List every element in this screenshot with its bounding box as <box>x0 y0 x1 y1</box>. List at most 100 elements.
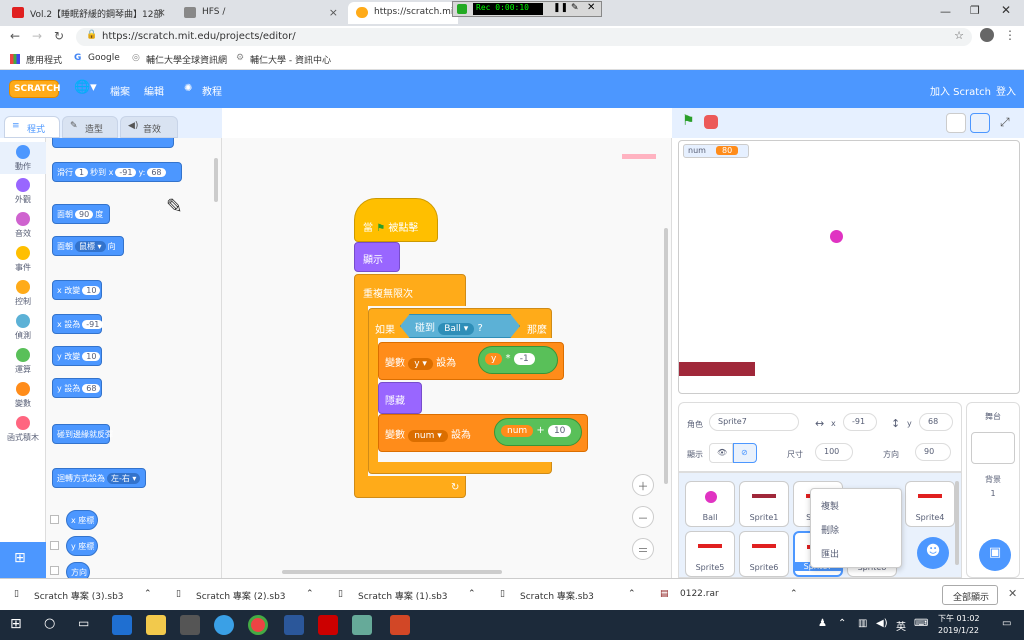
sprite-name-input[interactable]: Sprite7 <box>709 413 799 431</box>
block-input[interactable]: 1 <box>75 168 89 177</box>
bookmark-fju[interactable]: 輔仁大學全球資訊網 <box>146 53 227 66</box>
language-globe-icon[interactable]: 🌐▾ <box>74 80 97 95</box>
ie-icon[interactable] <box>214 615 234 635</box>
green-flag-icon[interactable]: ⚑ <box>682 113 695 129</box>
download-item[interactable]: Scratch 專案 (3).sb3 <box>34 589 124 602</box>
back-icon[interactable]: ← <box>10 29 20 43</box>
chrome-icon[interactable] <box>248 615 268 635</box>
palette-scrollbar[interactable] <box>214 158 218 202</box>
tab-code[interactable]: ≡ 程式 <box>4 116 60 138</box>
small-stage-icon[interactable] <box>946 113 966 133</box>
y-input[interactable]: 68 <box>919 413 953 431</box>
download-item[interactable]: 0122.rar <box>680 589 719 599</box>
normal-stage-icon[interactable] <box>970 113 990 133</box>
download-item[interactable]: Scratch 專案 (2).sb3 <box>196 589 286 602</box>
block-input[interactable]: 68 <box>147 168 166 177</box>
category-motion[interactable]: 動作 <box>0 142 46 174</box>
stage-canvas[interactable]: num 80 <box>678 140 1020 394</box>
browser-tab-youtube[interactable]: Vol.2【睡眠舒緩的鋼琴曲】12部 × <box>4 2 172 24</box>
block-input[interactable]: 68 <box>82 384 101 393</box>
menu-file[interactable]: 檔案 <box>110 83 130 98</box>
variable-dropdown[interactable]: num ▾ <box>408 430 448 442</box>
block-input[interactable]: -91 <box>115 168 137 177</box>
palette-reporter-direction[interactable]: 方向 <box>66 562 90 578</box>
block-dropdown[interactable]: 鼠標 ▾ <box>75 241 106 252</box>
chevron-up-icon[interactable]: ⌃ <box>468 589 476 599</box>
hide-eye-icon[interactable]: ⊘ <box>733 443 757 463</box>
task-view-icon[interactable]: ▭ <box>78 616 89 630</box>
size-input[interactable]: 100 <box>815 443 853 461</box>
chevron-up-icon[interactable]: ⌃ <box>790 589 798 599</box>
add-extension-button[interactable]: ⊞ <box>0 542 46 578</box>
choose-backdrop-button[interactable]: ▣ <box>979 539 1011 571</box>
bookmark-google[interactable]: Google <box>88 53 120 63</box>
menu-edit[interactable]: 編輯 <box>144 83 164 98</box>
close-window-icon[interactable]: ✕ <box>1001 3 1011 17</box>
clock-date[interactable]: 2019/1/22 <box>938 626 979 635</box>
ime-language[interactable]: 英 <box>896 618 906 633</box>
url-input[interactable]: 🔒 https://scratch.mit.edu/projects/edito… <box>76 28 972 46</box>
checkbox[interactable] <box>50 541 59 550</box>
zoom-out-button[interactable]: － <box>632 506 654 528</box>
show-all-button[interactable]: 全部顯示 <box>942 585 998 605</box>
powerpoint-icon[interactable] <box>390 615 410 635</box>
more-menu-icon[interactable]: ⋮ <box>1004 28 1016 42</box>
palette-block-set-x[interactable]: x 設為 -91 <box>52 314 104 334</box>
checkbox[interactable] <box>50 515 59 524</box>
sign-in-link[interactable]: 登入 <box>996 83 1016 98</box>
close-icon[interactable]: ✕ <box>587 2 595 13</box>
add-block[interactable]: num + 10 <box>494 418 582 446</box>
when-flag-clicked-block[interactable]: 當 ⚑ 被點擊 <box>354 198 438 242</box>
block-dropdown[interactable]: 左-右 ▾ <box>107 473 141 484</box>
category-operators[interactable]: 運算 <box>0 348 46 375</box>
category-looks[interactable]: 外觀 <box>0 178 46 205</box>
script-horizontal-scrollbar[interactable] <box>282 570 502 574</box>
close-icon[interactable]: × <box>329 6 338 19</box>
palette-block-bounce[interactable]: 碰到邊緣就反彈 <box>52 424 113 444</box>
browser-tab-scratch[interactable]: https://scratch.mit.e <box>348 2 458 24</box>
reporter-num[interactable]: num <box>501 425 534 437</box>
profile-icon[interactable] <box>980 28 994 42</box>
palette-reporter-x[interactable]: x 座標 <box>66 510 98 530</box>
volume-icon[interactable]: ◀) <box>876 618 888 629</box>
sprite-tile-ball[interactable]: Ball <box>685 481 735 527</box>
touching-dropdown[interactable]: Ball ▾ <box>438 323 475 335</box>
join-scratch-link[interactable]: 加入 Scratch <box>930 83 991 98</box>
category-sound[interactable]: 音效 <box>0 212 46 239</box>
reload-icon[interactable]: ↻ <box>54 29 64 43</box>
download-item[interactable]: Scratch 專案 (1).sb3 <box>358 589 448 602</box>
context-export[interactable]: 匯出 <box>821 547 839 560</box>
network-icon[interactable]: ▥ <box>858 618 867 629</box>
stage-selector[interactable]: 舞台 背景 1 ▣ <box>966 402 1020 578</box>
sprite-tile-sprite6[interactable]: Sprite6 <box>739 531 789 577</box>
tab-costumes[interactable]: ✎ 造型 <box>62 116 118 138</box>
people-icon[interactable]: ♟ <box>818 618 827 629</box>
direction-input[interactable]: 90 <box>915 443 951 461</box>
sprite-tile-sprite1[interactable]: Sprite1 <box>739 481 789 527</box>
apps-grid-icon[interactable] <box>10 54 20 64</box>
choose-sprite-button[interactable]: ☻ <box>917 537 949 569</box>
touching-block[interactable]: 碰到 Ball ▾ ? <box>400 314 520 338</box>
palette-block-rotation-style[interactable]: 迴轉方式設為 左-右 ▾ <box>52 468 146 488</box>
multiply-block[interactable]: y * -1 <box>478 346 558 374</box>
keyboard-icon[interactable]: ⌨ <box>914 618 928 629</box>
chevron-up-icon[interactable]: ⌃ <box>628 589 636 599</box>
bookmark-apps[interactable]: 應用程式 <box>26 53 62 66</box>
ball-sprite[interactable] <box>830 230 843 243</box>
zoom-in-button[interactable]: ＋ <box>632 474 654 496</box>
category-my-blocks[interactable]: 函式積木 <box>0 416 46 443</box>
paddle-sprite[interactable] <box>679 362 755 376</box>
reporter-y[interactable]: y <box>485 353 503 365</box>
hide-block[interactable]: 隱藏 <box>378 382 422 414</box>
app-icon[interactable] <box>352 615 372 635</box>
palette-block-point-direction[interactable]: 面朝 90 度 <box>52 204 110 224</box>
checkbox[interactable] <box>50 566 59 575</box>
maximize-icon[interactable]: ❐ <box>970 4 980 17</box>
browser-tab-hfs[interactable]: HFS / × <box>176 2 344 24</box>
search-icon[interactable]: ○ <box>44 616 55 631</box>
word-icon[interactable] <box>284 615 304 635</box>
bookmark-fju-it[interactable]: 輔仁大學 - 資訊中心 <box>250 53 331 66</box>
close-icon[interactable]: ✕ <box>1008 587 1017 600</box>
scratch-logo[interactable]: SCRATCH <box>9 80 61 98</box>
x-input[interactable]: -91 <box>843 413 877 431</box>
